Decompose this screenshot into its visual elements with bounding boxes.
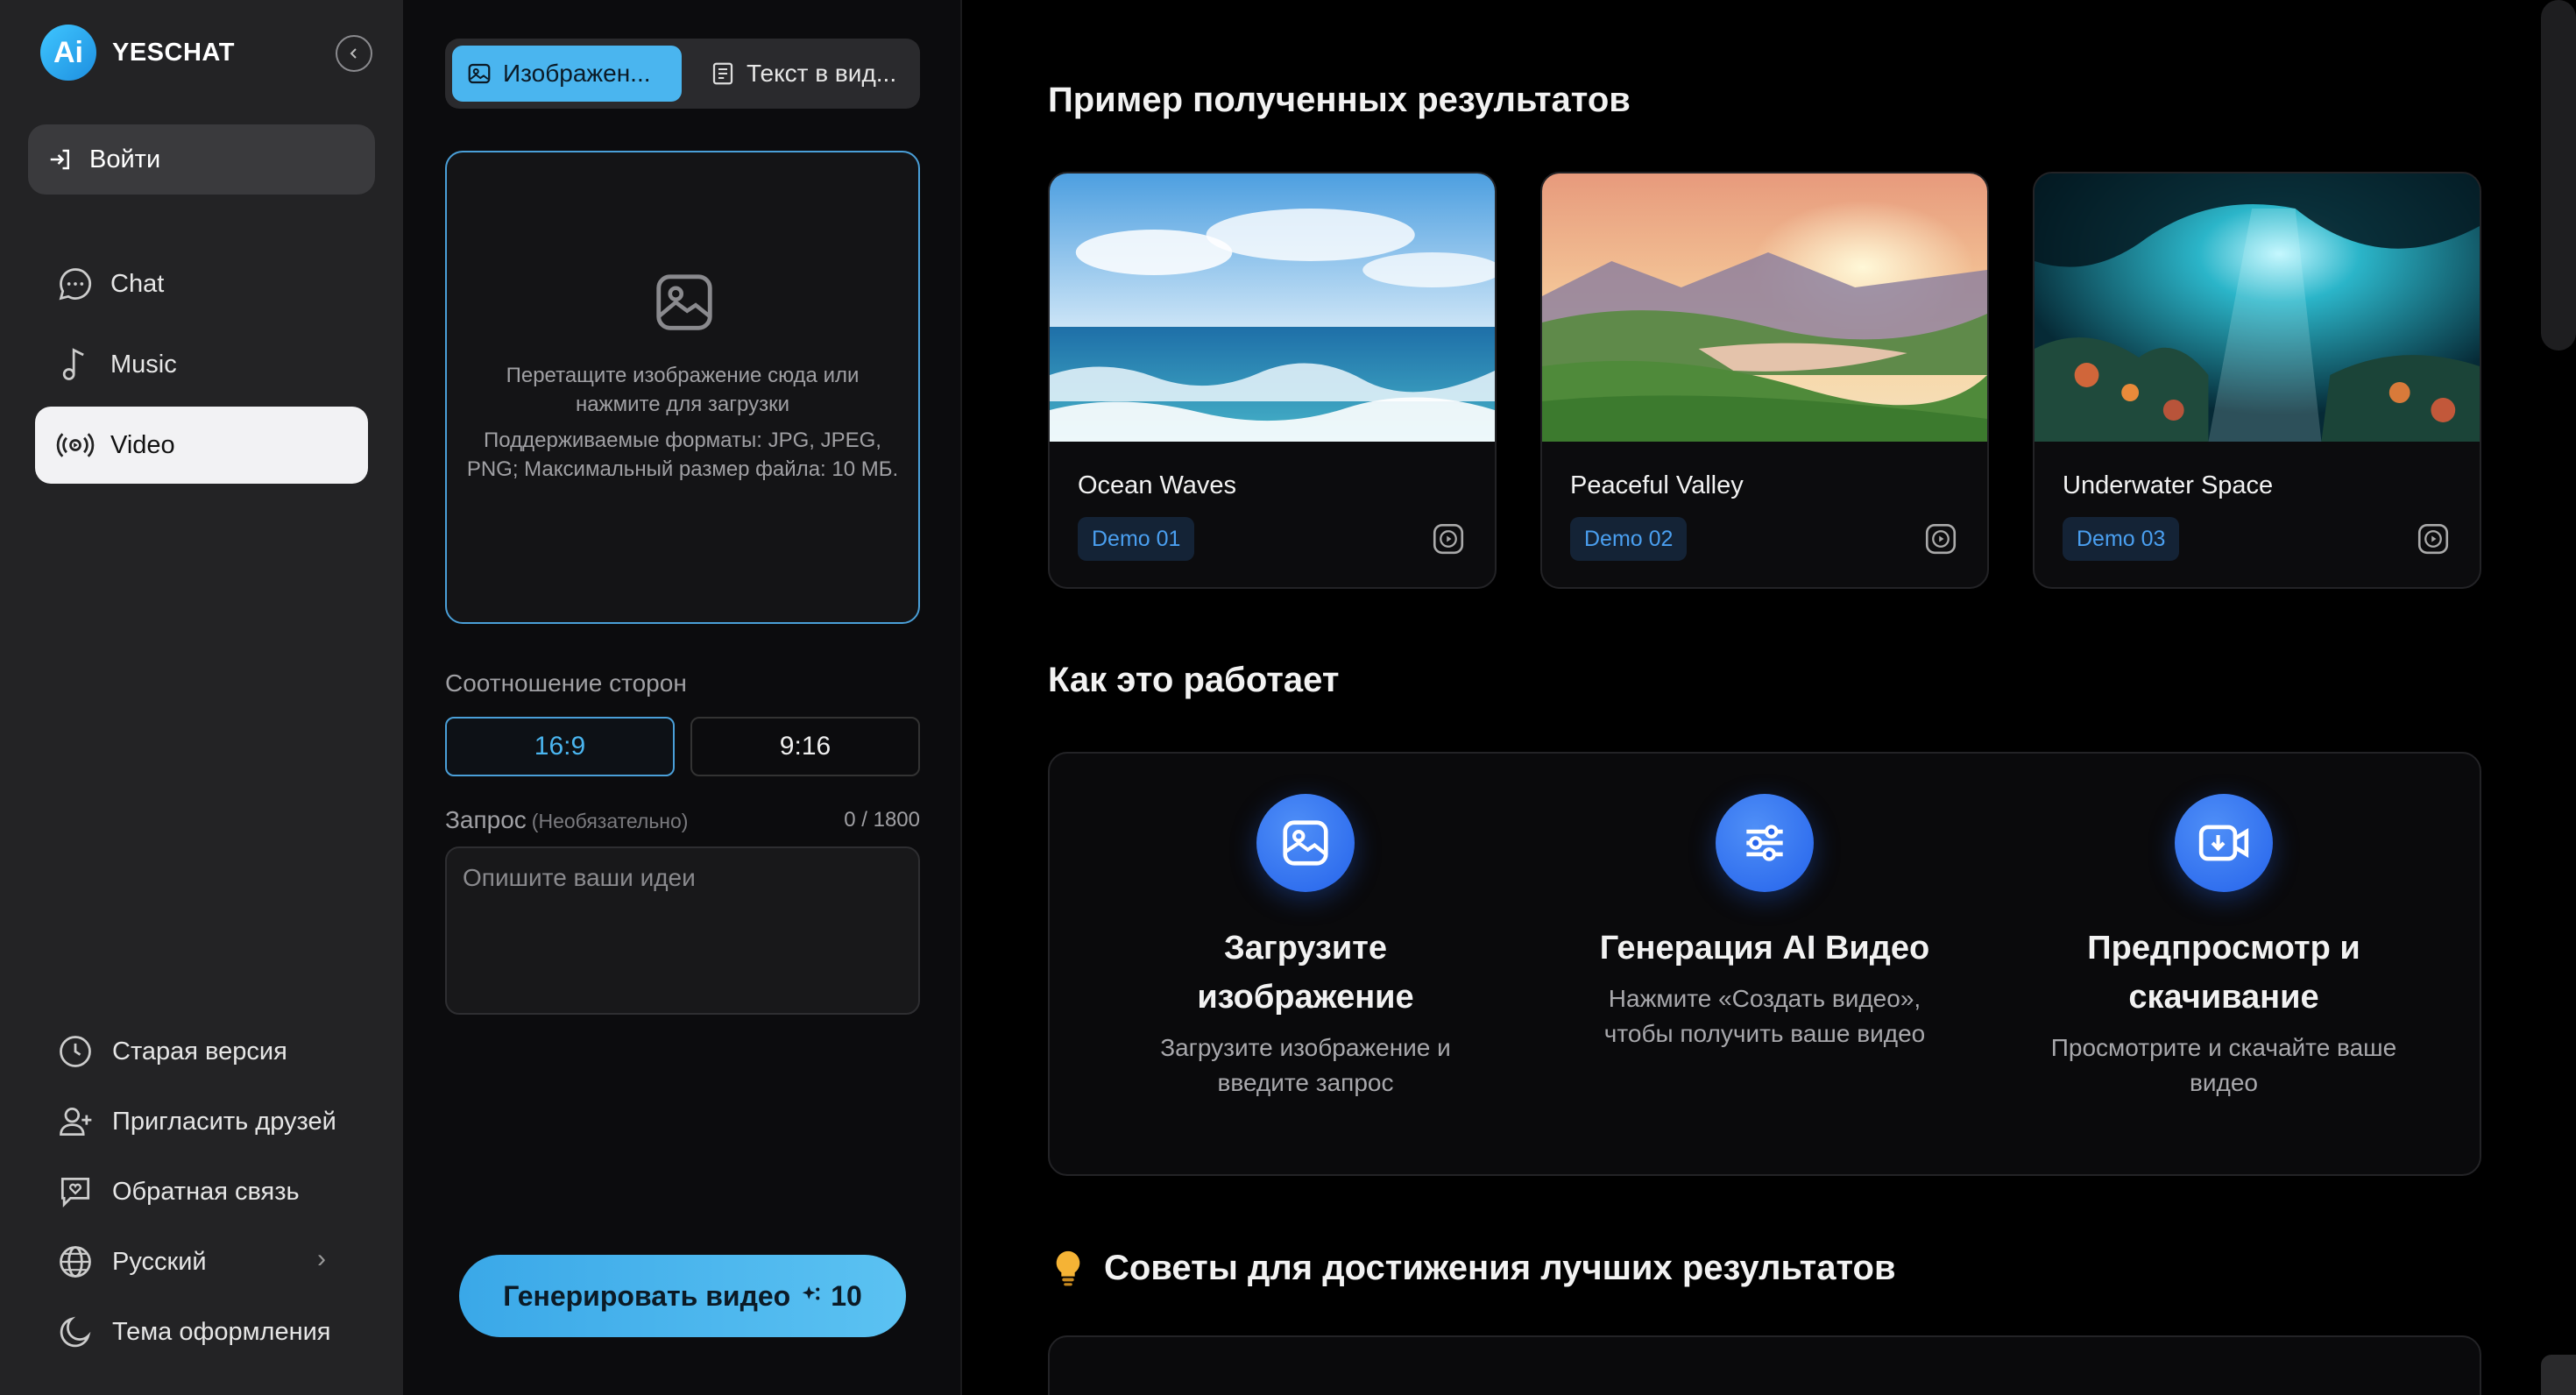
play-icon[interactable]	[1430, 520, 1467, 557]
prompt-char-counter: 0 / 1800	[844, 808, 920, 832]
sidebar: Ai YESCHAT Войти Chat Music Video Старая…	[0, 0, 403, 1395]
demo-badge: Demo 01	[1078, 517, 1195, 561]
chevron-right-icon: ›	[317, 1244, 326, 1273]
step-title: Загрузите изображение	[1197, 930, 1414, 1016]
scroll-to-top-button[interactable]	[2541, 1355, 2576, 1395]
scrollbar-track[interactable]	[2541, 0, 2576, 351]
sparkle-credits-icon	[802, 1285, 820, 1300]
tips-title: Советы для достижения лучших результатов	[1048, 1248, 1896, 1288]
feedback-link[interactable]: Обратная связь	[56, 1172, 300, 1211]
example-card-peaceful-valley[interactable]: Peaceful Valley Demo 02	[1540, 172, 1989, 589]
image-upload-dropzone[interactable]: Перетащите изображение сюда или нажмите …	[445, 151, 920, 624]
tab-label: Текст в вид...	[747, 60, 897, 87]
step-title: Предпросмотр и скачивание	[2087, 930, 2360, 1016]
examples-title: Пример полученных результатов	[1048, 81, 1631, 119]
ratio-9-16-button[interactable]: 9:16	[690, 717, 920, 776]
ratio-16-9-button[interactable]: 16:9	[445, 717, 675, 776]
dropzone-instruction: Перетащите изображение сюда или нажмите …	[506, 364, 860, 416]
yeschat-logo-icon: Ai	[40, 25, 96, 81]
dropzone-formats: Поддерживаемые форматы: JPG, JPEG, PNG; …	[466, 428, 899, 481]
music-note-icon	[62, 348, 84, 380]
old-version-link[interactable]: Старая версия	[56, 1032, 287, 1071]
tab-image-to-video[interactable]: Изображен...	[452, 46, 682, 102]
history-clock-icon	[60, 1036, 91, 1067]
video-download-icon	[2175, 794, 2273, 892]
prompt-input[interactable]	[445, 846, 920, 1015]
how-it-works-title: Как это работает	[1048, 661, 1340, 699]
chat-bubble-icon	[59, 268, 92, 301]
login-button[interactable]: Войти	[28, 124, 375, 195]
text-document-icon	[712, 62, 733, 85]
example-title: Peaceful Valley	[1570, 471, 1744, 499]
demo-badge: Demo 03	[2063, 517, 2180, 561]
tips-title-text: Советы для достижения лучших результатов	[1104, 1248, 1896, 1287]
how-it-works-panel: Загрузите изображение Загрузите изображе…	[1048, 752, 2481, 1176]
chevron-left-icon	[350, 48, 357, 59]
sliders-icon	[1716, 794, 1814, 892]
demo-badge: Demo 02	[1570, 517, 1688, 561]
login-icon	[50, 149, 69, 170]
theme-toggle[interactable]: Тема оформления	[56, 1313, 331, 1351]
step-desc: Просмотрите и скачайте ваше видео	[2050, 1034, 2397, 1096]
upload-image-icon	[656, 274, 712, 330]
prompt-optional-note: (Необязательно)	[531, 810, 689, 832]
step-title: Генерация AI Видео	[1599, 930, 1930, 967]
generate-label: Генерировать видео	[503, 1279, 791, 1312]
lightbulb-icon	[1056, 1250, 1080, 1286]
tab-text-to-video[interactable]: Текст в вид...	[696, 46, 913, 102]
brand-logo[interactable]: Ai YESCHAT	[40, 25, 235, 81]
brand-name: YESCHAT	[112, 38, 235, 67]
play-icon[interactable]	[1922, 520, 1959, 557]
example-title: Ocean Waves	[1078, 471, 1237, 499]
nav-item-music[interactable]: Music	[35, 326, 368, 403]
example-card-underwater-space[interactable]: Underwater Space Demo 03	[2033, 172, 2481, 589]
nav-item-label: Chat	[110, 269, 165, 298]
ocean-waves-thumbnail	[1050, 173, 1495, 442]
login-label: Войти	[89, 145, 161, 173]
nav-item-chat[interactable]: Chat	[35, 245, 368, 322]
nav-item-video[interactable]: Video	[35, 407, 368, 484]
nav-item-label: Music	[110, 350, 177, 379]
feedback-label: Обратная связь	[112, 1177, 300, 1206]
image-icon	[468, 63, 491, 84]
old-version-label: Старая версия	[112, 1037, 287, 1066]
video-broadcast-icon	[56, 433, 95, 457]
theme-label: Тема оформления	[112, 1317, 331, 1346]
invite-user-icon	[60, 1107, 92, 1137]
play-icon[interactable]	[2415, 520, 2452, 557]
prompt-label: Запрос (Необязательно)	[445, 806, 688, 834]
feedback-heart-icon	[60, 1177, 90, 1207]
mode-tabs: Изображен... Текст в вид...	[445, 39, 920, 109]
peaceful-valley-thumbnail	[1542, 173, 1987, 442]
moon-icon	[60, 1316, 91, 1348]
example-card-ocean-waves[interactable]: Ocean Waves Demo 01	[1048, 172, 1497, 589]
nav-item-label: Video	[110, 430, 175, 459]
step-desc: Загрузите изображение и введите запрос	[1160, 1034, 1451, 1096]
generate-cost: 10	[831, 1279, 862, 1312]
language-label: Русский	[112, 1247, 207, 1276]
tab-label: Изображен...	[503, 60, 651, 87]
collapse-sidebar-button[interactable]	[336, 35, 372, 72]
prompt-label-text: Запрос	[445, 806, 527, 833]
invite-friends-label: Пригласить друзей	[112, 1107, 336, 1136]
language-selector[interactable]: Русский	[56, 1243, 207, 1281]
globe-icon	[60, 1246, 91, 1278]
example-title: Underwater Space	[2063, 471, 2274, 499]
generate-video-button[interactable]: Генерировать видео 10	[459, 1255, 906, 1337]
upload-image-icon	[1256, 794, 1355, 892]
underwater-space-thumbnail	[2035, 173, 2480, 442]
tips-panel	[1048, 1335, 2481, 1395]
invite-friends-link[interactable]: Пригласить друзей	[56, 1102, 336, 1141]
aspect-ratio-label: Соотношение сторон	[445, 669, 687, 697]
step-desc: Нажмите «Создать видео», чтобы получить …	[1603, 985, 1926, 1047]
